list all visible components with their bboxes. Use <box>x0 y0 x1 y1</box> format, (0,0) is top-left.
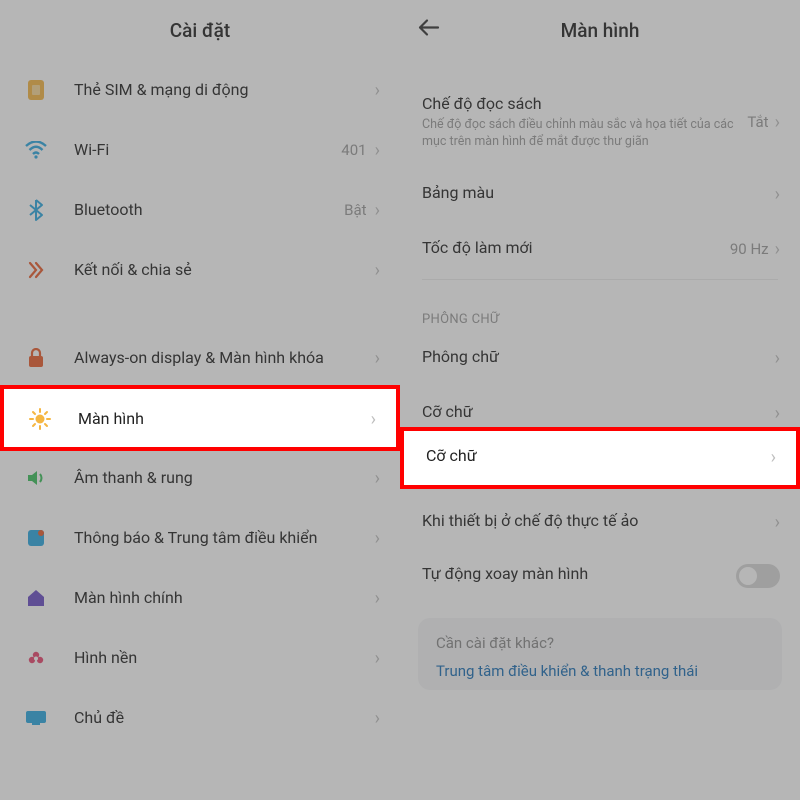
item-refresh-rate[interactable]: Tốc độ làm mới 90 Hz › <box>400 224 800 279</box>
chevron-right-icon: › <box>375 140 380 161</box>
chevron-right-icon: › <box>375 588 380 609</box>
flower-icon <box>22 646 50 670</box>
wifi-icon <box>22 138 50 162</box>
item-title: Tự động xoay màn hình <box>422 564 736 583</box>
chevron-right-icon: › <box>775 239 780 260</box>
settings-title: Cài đặt <box>170 19 230 42</box>
card-link[interactable]: Trung tâm điều khiển & thanh trạng thái <box>436 662 764 680</box>
chevron-right-icon: › <box>375 468 380 489</box>
chevron-right-icon: › <box>775 112 780 133</box>
item-value: Tắt <box>747 113 768 131</box>
item-wallpaper[interactable]: Hình nền › <box>0 628 400 688</box>
item-desc: Chế độ đọc sách điều chỉnh màu sắc và họ… <box>422 117 747 151</box>
theme-icon <box>22 706 50 730</box>
item-title: Khi thiết bị ở chế độ thực tế ảo <box>422 511 775 530</box>
connect-icon <box>22 258 50 282</box>
item-bluetooth[interactable]: Bluetooth Bật › <box>0 180 400 240</box>
item-title: Tốc độ làm mới <box>422 238 730 257</box>
chevron-right-icon: › <box>775 184 780 205</box>
chevron-right-icon: › <box>375 528 380 549</box>
chevron-right-icon: › <box>375 348 380 369</box>
item-title: Bảng màu <box>422 183 775 202</box>
sim-icon <box>22 78 50 102</box>
bluetooth-icon <box>22 198 50 222</box>
chevron-right-icon: › <box>375 260 380 281</box>
item-label: Wi-Fi <box>74 140 341 161</box>
item-font[interactable]: Phông chữ › <box>400 333 800 386</box>
item-label: Kết nối & chia sẻ <box>74 260 375 281</box>
item-autorotate[interactable]: Tự động xoay màn hình <box>400 550 800 604</box>
item-aod[interactable]: Always-on display & Màn hình khóa › <box>0 328 400 388</box>
item-title: Cỡ chữ <box>422 402 775 421</box>
item-title: Phông chữ <box>422 347 775 366</box>
item-value: 90 Hz <box>730 240 769 258</box>
sun-icon <box>26 407 54 431</box>
item-label: Chủ đề <box>74 708 375 729</box>
chevron-right-icon: › <box>775 403 780 424</box>
display-pane: Màn hình Chế độ đọc sách Chế độ đọc sách… <box>400 0 800 800</box>
item-label: Màn hình <box>78 409 371 430</box>
item-value: 401 <box>341 141 366 159</box>
item-connect[interactable]: Kết nối & chia sẻ › <box>0 240 400 300</box>
item-sim[interactable]: Thẻ SIM & mạng di động › <box>0 60 400 120</box>
home-icon <box>22 586 50 610</box>
chevron-right-icon: › <box>375 80 380 101</box>
display-title: Màn hình <box>561 19 640 42</box>
lock-icon <box>22 346 50 370</box>
item-label: Always-on display & Màn hình khóa <box>74 348 375 369</box>
item-reading-mode[interactable]: Chế độ đọc sách Chế độ đọc sách điều chỉ… <box>400 80 800 165</box>
item-label: Thẻ SIM & mạng di động <box>74 80 375 101</box>
item-home[interactable]: Màn hình chính › <box>0 568 400 628</box>
speaker-icon <box>22 466 50 490</box>
item-notif[interactable]: Thông báo & Trung tâm điều khiển › <box>0 508 400 568</box>
settings-header: Cài đặt <box>0 0 400 60</box>
item-value: Bật <box>344 201 366 219</box>
item-label: Thông báo & Trung tâm điều khiển <box>74 528 375 549</box>
item-color-scheme[interactable]: Bảng màu › <box>400 165 800 224</box>
item-vr[interactable]: Khi thiết bị ở chế độ thực tế ảo › <box>400 497 800 550</box>
item-sound[interactable]: Âm thanh & rung › <box>0 448 400 508</box>
item-title: Chế độ đọc sách <box>422 94 747 113</box>
back-button[interactable] <box>418 18 440 43</box>
item-label: Màn hình chính <box>74 588 375 609</box>
display-header: Màn hình <box>400 0 800 60</box>
chevron-right-icon: › <box>375 708 380 729</box>
chevron-right-icon: › <box>375 648 380 669</box>
item-label: Âm thanh & rung <box>74 468 375 489</box>
chevron-right-icon: › <box>771 447 776 468</box>
notification-icon <box>22 526 50 550</box>
card-question: Cần cài đặt khác? <box>436 634 764 652</box>
section-font: PHÔNG CHỮ <box>400 302 800 333</box>
settings-pane: Cài đặt Thẻ SIM & mạng di động › Wi-Fi 4… <box>0 0 400 800</box>
item-theme[interactable]: Chủ đề › <box>0 688 400 748</box>
chevron-right-icon: › <box>775 348 780 369</box>
item-label: Bluetooth <box>74 200 344 221</box>
toggle-autorotate[interactable] <box>736 564 780 588</box>
item-label: Hình nền <box>74 648 375 669</box>
item-wifi[interactable]: Wi-Fi 401 › <box>0 120 400 180</box>
chevron-right-icon: › <box>375 200 380 221</box>
chevron-right-icon: › <box>371 409 376 430</box>
item-title: Cỡ chữ <box>426 446 771 465</box>
more-settings-card: Cần cài đặt khác? Trung tâm điều khiển &… <box>418 618 782 690</box>
chevron-right-icon: › <box>775 512 780 533</box>
